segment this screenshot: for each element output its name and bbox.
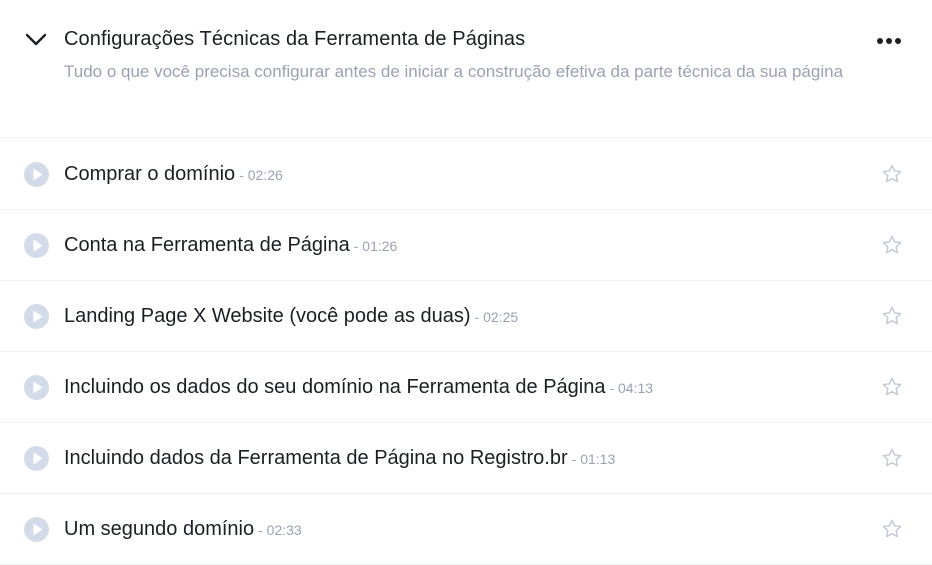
lesson-text: Conta na Ferramenta de Página - 01:26 xyxy=(64,232,397,260)
play-circle-icon[interactable] xyxy=(24,446,49,471)
lesson-title[interactable]: Comprar o domínio xyxy=(64,163,235,185)
lesson-duration: - 04:13 xyxy=(609,380,654,396)
lesson-row[interactable]: Um segundo domínio - 02:33 xyxy=(0,494,932,565)
star-outline-icon[interactable] xyxy=(881,305,903,327)
lesson-text: Landing Page X Website (você pode as dua… xyxy=(64,303,518,331)
lesson-title[interactable]: Incluindo os dados do seu domínio na Fer… xyxy=(64,376,605,398)
play-circle-icon[interactable] xyxy=(24,162,49,187)
play-circle-icon[interactable] xyxy=(24,304,49,329)
section-description: Tudo o que você precisa configurar antes… xyxy=(64,62,844,81)
lesson-text: Comprar o domínio - 02:26 xyxy=(64,161,283,189)
more-horizontal-icon xyxy=(877,38,901,44)
lesson-row[interactable]: Comprar o domínio - 02:26 xyxy=(0,139,932,210)
lesson-duration: - 02:26 xyxy=(239,167,283,183)
chevron-down-icon[interactable] xyxy=(24,29,48,49)
play-circle-icon[interactable] xyxy=(24,375,49,400)
lesson-text: Incluindo dados da Ferramenta de Página … xyxy=(64,445,615,473)
star-outline-icon[interactable] xyxy=(881,163,903,185)
lesson-title[interactable]: Um segundo domínio xyxy=(64,518,254,540)
lesson-duration: - 01:26 xyxy=(353,238,398,254)
section-title: Configurações Técnicas da Ferramenta de … xyxy=(64,28,526,50)
lesson-title[interactable]: Incluindo dados da Ferramenta de Página … xyxy=(64,447,568,469)
play-circle-icon[interactable] xyxy=(24,517,49,542)
star-outline-icon[interactable] xyxy=(881,234,903,256)
lesson-duration: - 01:13 xyxy=(571,451,616,467)
lesson-text: Um segundo domínio - 02:33 xyxy=(64,516,302,544)
more-options-button[interactable] xyxy=(872,30,906,52)
section-header: Configurações Técnicas da Ferramenta de … xyxy=(0,0,932,138)
star-outline-icon[interactable] xyxy=(881,376,903,398)
lesson-row[interactable]: Landing Page X Website (você pode as dua… xyxy=(0,281,932,352)
play-circle-icon[interactable] xyxy=(24,233,49,258)
lesson-title[interactable]: Landing Page X Website (você pode as dua… xyxy=(64,305,471,327)
lesson-duration: - 02:25 xyxy=(474,309,519,325)
lesson-text: Incluindo os dados do seu domínio na Fer… xyxy=(64,374,653,402)
lesson-row[interactable]: Conta na Ferramenta de Página - 01:26 xyxy=(0,210,932,281)
lesson-duration: - 02:33 xyxy=(258,522,302,538)
star-outline-icon[interactable] xyxy=(881,447,903,469)
lesson-row[interactable]: Incluindo dados da Ferramenta de Página … xyxy=(0,423,932,494)
lesson-row[interactable]: Incluindo os dados do seu domínio na Fer… xyxy=(0,352,932,423)
star-outline-icon[interactable] xyxy=(881,518,903,540)
lesson-title[interactable]: Conta na Ferramenta de Página xyxy=(64,234,350,256)
